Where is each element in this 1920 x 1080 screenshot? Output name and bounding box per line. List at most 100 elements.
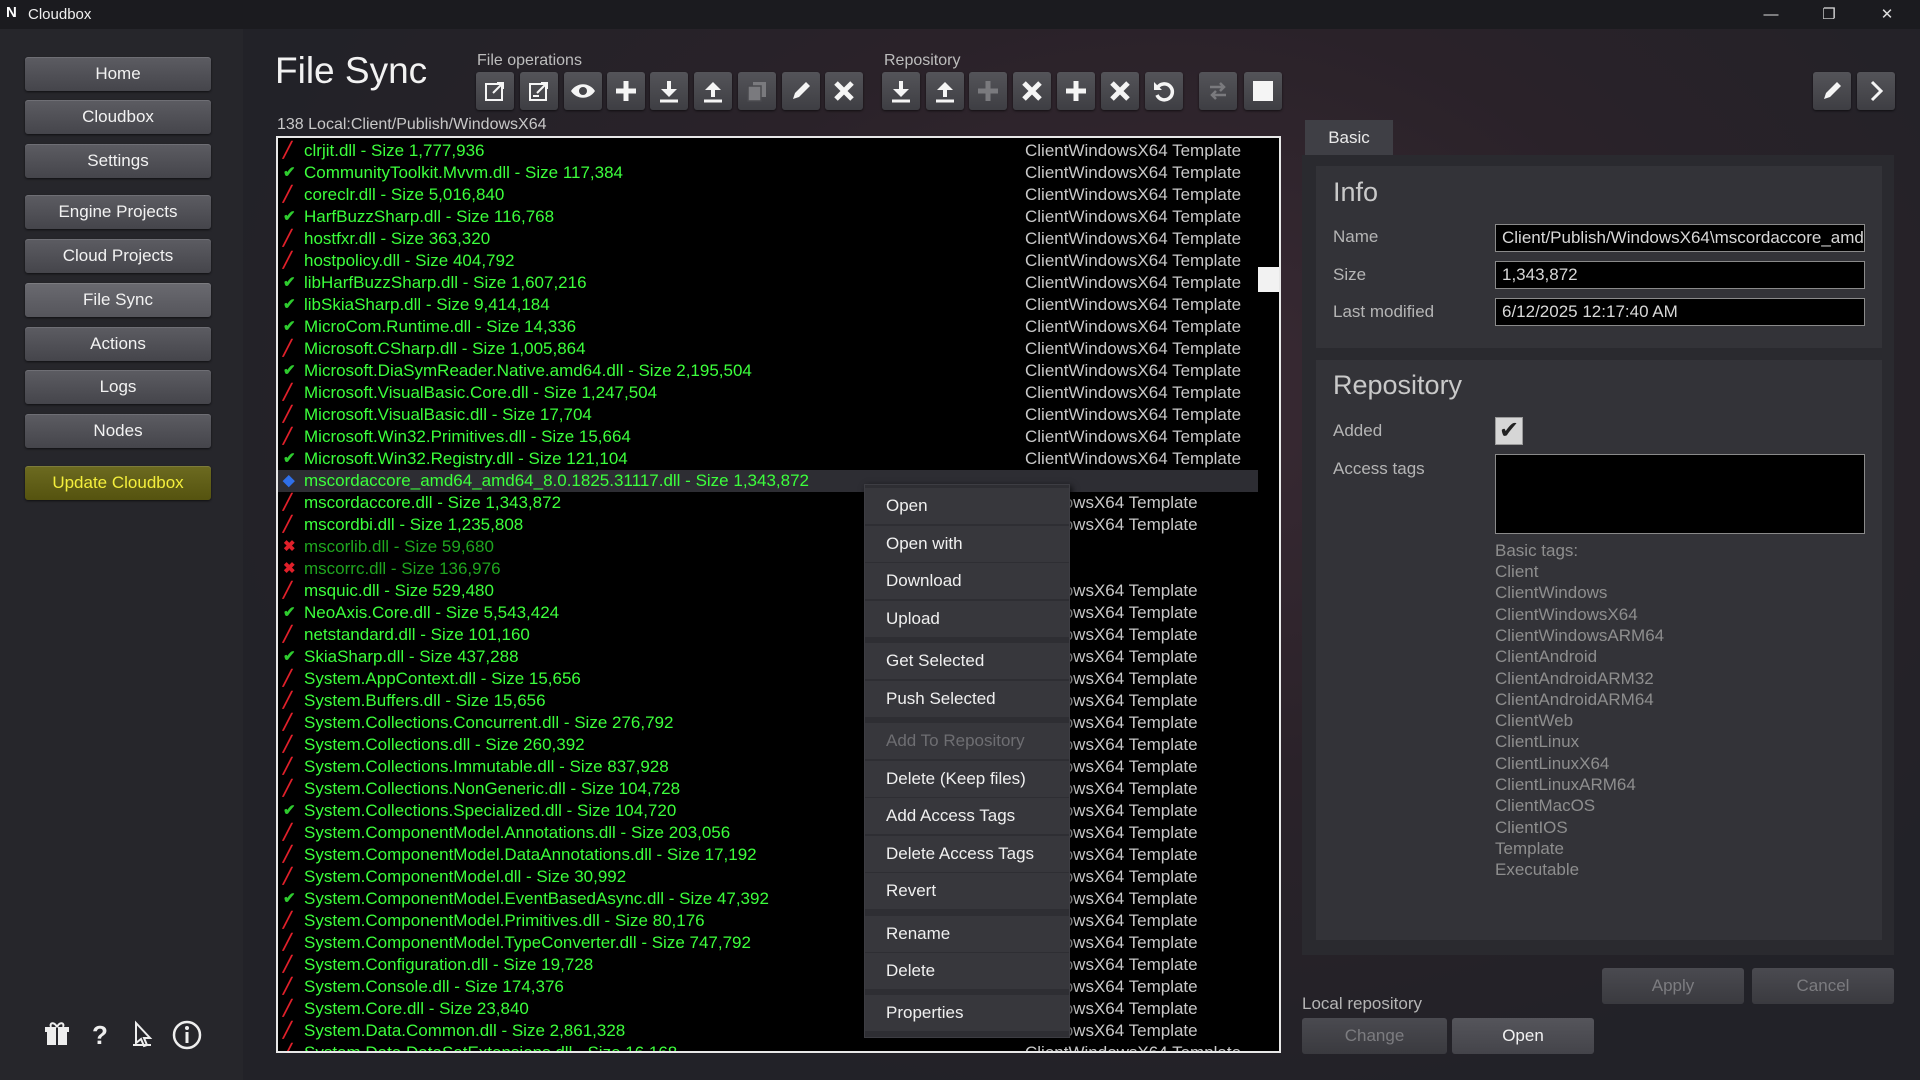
- menu-item-open-with[interactable]: Open with: [865, 526, 1069, 562]
- next-icon[interactable]: [1857, 72, 1895, 110]
- restore-button[interactable]: ❐: [1806, 0, 1852, 29]
- upload-icon[interactable]: [694, 72, 732, 110]
- sidebar-item-nodes[interactable]: Nodes: [25, 414, 211, 448]
- file-row[interactable]: ✔ libHarfBuzzSharp.dll - Size 1,607,216 Cl…: [278, 272, 1258, 294]
- file-row[interactable]: ✔ System.ComponentModel.EventBasedAsync.d…: [278, 888, 1258, 910]
- added-checkbox[interactable]: ✔: [1495, 417, 1523, 445]
- add-to-repo-icon[interactable]: [969, 72, 1007, 110]
- sidebar-item-actions[interactable]: Actions: [25, 327, 211, 361]
- file-row[interactable]: ╱ System.Buffers.dll - Size 15,656 Windows…: [278, 690, 1258, 712]
- file-row[interactable]: ✔ SkiaSharp.dll - Size 437,288 WindowsX64 …: [278, 646, 1258, 668]
- file-list[interactable]: ╱ clrjit.dll - Size 1,777,936 ClientWindow…: [276, 136, 1281, 1053]
- file-row[interactable]: ╱ System.Collections.Concurrent.dll - Siz…: [278, 712, 1258, 734]
- close-button[interactable]: ✕: [1864, 0, 1910, 29]
- menu-item-rename[interactable]: Rename: [865, 916, 1069, 952]
- add-icon[interactable]: [607, 72, 645, 110]
- download-icon[interactable]: [650, 72, 688, 110]
- file-row[interactable]: ╱ hostfxr.dll - Size 363,320 ClientWindows…: [278, 228, 1258, 250]
- file-row[interactable]: ╱ System.ComponentModel.dll - Size 30,992…: [278, 866, 1258, 888]
- add-tags-icon[interactable]: [1057, 72, 1095, 110]
- file-row[interactable]: ╱ System.AppContext.dll - Size 15,656 Wind…: [278, 668, 1258, 690]
- access-tags-input[interactable]: [1495, 454, 1865, 534]
- edit-mode-icon[interactable]: [1813, 72, 1851, 110]
- get-icon[interactable]: [882, 72, 920, 110]
- file-row[interactable]: ╱ System.Core.dll - Size 23,840 WindowsX64…: [278, 998, 1258, 1020]
- delete-keep-icon[interactable]: [1013, 72, 1051, 110]
- file-row[interactable]: ✔ MicroCom.Runtime.dll - Size 14,336 Clien…: [278, 316, 1258, 338]
- file-row[interactable]: ╱ Microsoft.Win32.Primitives.dll - Size 1…: [278, 426, 1258, 448]
- file-row[interactable]: ╱ System.Collections.Immutable.dll - Size…: [278, 756, 1258, 778]
- file-row[interactable]: ◆ mscordaccore_amd64_amd64_8.0.1825.31117…: [278, 470, 1258, 492]
- tab-basic[interactable]: Basic: [1305, 120, 1393, 155]
- help-icon[interactable]: ?: [82, 1017, 118, 1053]
- cancel-button[interactable]: Cancel: [1752, 968, 1894, 1004]
- stop-icon[interactable]: [1244, 72, 1282, 110]
- file-row[interactable]: ✔ Microsoft.Win32.Registry.dll - Size 121…: [278, 448, 1258, 470]
- file-row[interactable]: ╱ clrjit.dll - Size 1,777,936 ClientWindow…: [278, 140, 1258, 162]
- menu-item-delete[interactable]: Delete: [865, 953, 1069, 989]
- file-row[interactable]: ✔ HarfBuzzSharp.dll - Size 116,768 ClientW…: [278, 206, 1258, 228]
- info-icon[interactable]: [169, 1017, 205, 1053]
- file-row[interactable]: ╱ msquic.dll - Size 529,480 WindowsX64 Tem…: [278, 580, 1258, 602]
- copy-icon[interactable]: [738, 72, 776, 110]
- delete-icon[interactable]: [825, 72, 863, 110]
- menu-item-add-to-repository[interactable]: Add To Repository: [865, 723, 1069, 759]
- name-field[interactable]: Client/Publish/WindowsX64\mscordaccore_a…: [1495, 224, 1865, 252]
- menu-item-delete-keep-files[interactable]: Delete (Keep files): [865, 761, 1069, 797]
- file-row[interactable]: ✔ CommunityToolkit.Mvvm.dll - Size 117,38…: [278, 162, 1258, 184]
- file-row[interactable]: ╱ Microsoft.VisualBasic.dll - Size 17,704…: [278, 404, 1258, 426]
- sync-icon[interactable]: [1199, 72, 1237, 110]
- file-row[interactable]: ✖ mscorlib.dll - Size 59,680: [278, 536, 1258, 558]
- open-with-icon[interactable]: [520, 72, 558, 110]
- file-row[interactable]: ╱ hostpolicy.dll - Size 404,792 ClientWind…: [278, 250, 1258, 272]
- menu-item-open[interactable]: Open: [865, 488, 1069, 524]
- delete-tags-icon[interactable]: [1101, 72, 1139, 110]
- update-cloudbox-button[interactable]: Update Cloudbox: [25, 466, 211, 500]
- menu-item-properties[interactable]: Properties: [865, 995, 1069, 1031]
- view-icon[interactable]: [564, 72, 602, 110]
- change-button[interactable]: Change: [1302, 1018, 1447, 1054]
- menu-item-add-access-tags[interactable]: Add Access Tags: [865, 798, 1069, 834]
- sidebar-item-settings[interactable]: Settings: [25, 144, 211, 178]
- menu-item-delete-access-tags[interactable]: Delete Access Tags: [865, 836, 1069, 872]
- file-row[interactable]: ✔ libSkiaSharp.dll - Size 9,414,184 Client…: [278, 294, 1258, 316]
- file-row[interactable]: ╱ coreclr.dll - Size 5,016,840 ClientWindo…: [278, 184, 1258, 206]
- menu-item-get-selected[interactable]: Get Selected: [865, 643, 1069, 679]
- file-row[interactable]: ✖ mscorrc.dll - Size 136,976: [278, 558, 1258, 580]
- file-row[interactable]: ╱ System.Configuration.dll - Size 19,728 W…: [278, 954, 1258, 976]
- open-local-button[interactable]: Open: [1452, 1018, 1594, 1054]
- revert-icon[interactable]: [1145, 72, 1183, 110]
- menu-item-revert[interactable]: Revert: [865, 873, 1069, 909]
- sidebar-item-file-sync[interactable]: File Sync: [25, 283, 211, 317]
- sidebar-item-engine-projects[interactable]: Engine Projects: [25, 195, 211, 229]
- file-row[interactable]: ╱ System.ComponentModel.DataAnnotations.d…: [278, 844, 1258, 866]
- cursor-icon[interactable]: [125, 1017, 161, 1053]
- size-field[interactable]: 1,343,872: [1495, 261, 1865, 289]
- minimize-button[interactable]: —: [1748, 0, 1794, 29]
- file-row[interactable]: ✔ NeoAxis.Core.dll - Size 5,543,424 Window…: [278, 602, 1258, 624]
- sidebar-item-logs[interactable]: Logs: [25, 370, 211, 404]
- file-row[interactable]: ╱ System.ComponentModel.Annotations.dll -…: [278, 822, 1258, 844]
- file-row[interactable]: ╱ System.ComponentModel.Primitives.dll - …: [278, 910, 1258, 932]
- push-icon[interactable]: [926, 72, 964, 110]
- edit-icon[interactable]: [782, 72, 820, 110]
- apply-button[interactable]: Apply: [1602, 968, 1744, 1004]
- file-row[interactable]: ╱ System.Console.dll - Size 174,376 Window…: [278, 976, 1258, 998]
- file-row[interactable]: ✔ Microsoft.DiaSymReader.Native.amd64.dll…: [278, 360, 1258, 382]
- file-row[interactable]: ╱ Microsoft.VisualBasic.Core.dll - Size 1…: [278, 382, 1258, 404]
- package-icon[interactable]: [39, 1017, 75, 1053]
- sidebar-item-home[interactable]: Home: [25, 57, 211, 91]
- file-row[interactable]: ╱ netstandard.dll - Size 101,160 WindowsX6…: [278, 624, 1258, 646]
- sidebar-item-cloudbox[interactable]: Cloudbox: [25, 100, 211, 134]
- file-row[interactable]: ╱ mscordaccore.dll - Size 1,343,872 Window…: [278, 492, 1258, 514]
- scrollbar-thumb[interactable]: [1258, 267, 1279, 292]
- sidebar-item-cloud-projects[interactable]: Cloud Projects: [25, 239, 211, 273]
- open-external-icon[interactable]: [476, 72, 514, 110]
- file-row[interactable]: ╱ System.ComponentModel.TypeConverter.dll…: [278, 932, 1258, 954]
- file-row[interactable]: ╱ Microsoft.CSharp.dll - Size 1,005,864 Cl…: [278, 338, 1258, 360]
- file-row[interactable]: ╱ System.Collections.NonGeneric.dll - Siz…: [278, 778, 1258, 800]
- file-row[interactable]: ╱ System.Collections.dll - Size 260,392 Wi…: [278, 734, 1258, 756]
- file-row[interactable]: ╱ mscordbi.dll - Size 1,235,808 WindowsX64…: [278, 514, 1258, 536]
- file-row[interactable]: ╱ System.Data.Common.dll - Size 2,861,328…: [278, 1020, 1258, 1042]
- menu-item-upload[interactable]: Upload: [865, 601, 1069, 637]
